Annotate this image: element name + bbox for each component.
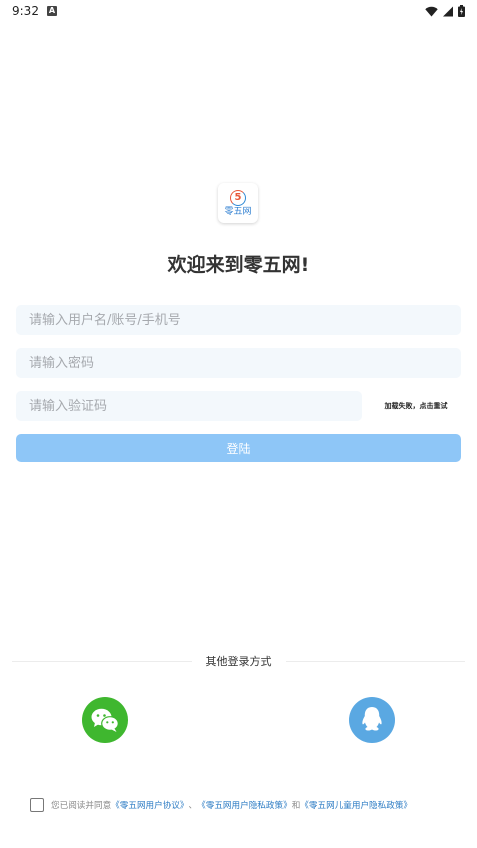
qq-login-button[interactable]: [349, 697, 395, 743]
battery-icon: [458, 5, 465, 17]
agreement-row: 您已阅读并同意 《零五网用户协议》 、 《零五网用户隐私政策》 和 《零五网儿童…: [30, 797, 470, 813]
wechat-login-button[interactable]: [82, 697, 128, 743]
agreement-checkbox[interactable]: [30, 798, 44, 812]
divider-line-left: [12, 660, 192, 662]
status-bar: 9:32 A: [0, 0, 477, 22]
login-screen: 9:32 A 5 零五网 欢迎来到零五网! 加载失败，点击重试 登陆 其他登录方…: [0, 0, 477, 848]
login-button[interactable]: 登陆: [16, 434, 461, 462]
divider-line-right: [285, 660, 465, 662]
captcha-input[interactable]: [16, 391, 362, 421]
logo-text: 零五网: [224, 206, 252, 217]
user-agreement-link[interactable]: 《零五网用户协议》: [111, 799, 188, 811]
child-privacy-policy-link[interactable]: 《零五网儿童用户隐私政策》: [300, 799, 412, 811]
username-input[interactable]: [16, 305, 461, 335]
notification-icon: A: [46, 6, 57, 16]
password-input[interactable]: [16, 348, 461, 378]
agreement-prefix: 您已阅读并同意: [51, 801, 112, 811]
wifi-icon: [425, 6, 438, 16]
captcha-image[interactable]: 加载失败，点击重试: [370, 394, 462, 418]
qq-icon: [362, 707, 382, 731]
logo-mark: 5: [230, 189, 246, 206]
privacy-policy-link[interactable]: 《零五网用户隐私政策》: [197, 799, 292, 811]
other-login-label: 其他登录方式: [205, 655, 272, 668]
welcome-title: 欢迎来到零五网!: [167, 254, 310, 276]
app-logo: 5 零五网: [218, 183, 258, 223]
other-login-divider: 其他登录方式: [12, 652, 465, 670]
wechat-icon: [91, 708, 119, 732]
agreement-and: 和: [291, 801, 301, 811]
signal-icon: [443, 6, 453, 16]
status-time: 9:32: [12, 4, 39, 18]
agreement-separator: 、: [188, 801, 198, 811]
